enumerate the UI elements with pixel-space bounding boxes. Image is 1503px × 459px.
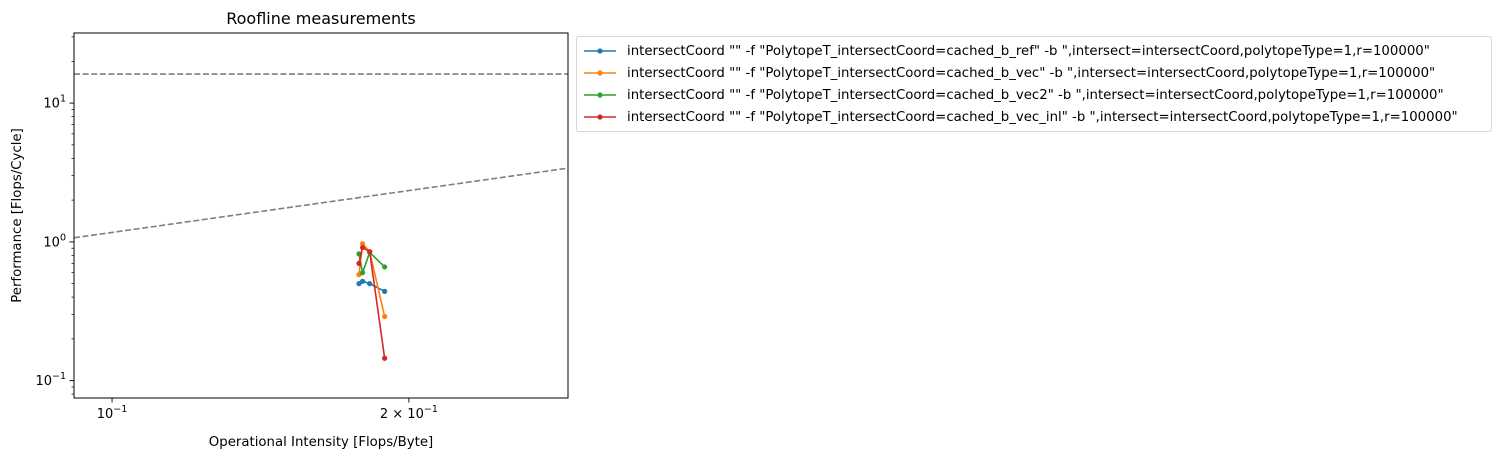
legend-item-1: intersectCoord "" -f "PolytopeT_intersec… xyxy=(577,40,1491,62)
data-point xyxy=(367,249,373,255)
legend-label: intersectCoord "" -f "PolytopeT_intersec… xyxy=(627,87,1444,103)
series-1 xyxy=(356,278,388,294)
data-point xyxy=(367,281,373,287)
series-4 xyxy=(356,244,388,361)
legend-item-4: intersectCoord "" -f "PolytopeT_intersec… xyxy=(577,106,1491,128)
legend-label: intersectCoord "" -f "PolytopeT_intersec… xyxy=(627,109,1458,125)
series-layer xyxy=(356,241,388,361)
y-tick-label: 100 xyxy=(43,232,66,250)
plot-frame xyxy=(73,32,569,399)
legend-swatch xyxy=(584,48,616,54)
data-point xyxy=(382,313,388,320)
chart-legend: intersectCoord "" -f "PolytopeT_intersec… xyxy=(576,36,1492,132)
x-tick-label: 10−1 xyxy=(97,404,128,422)
roofline-bounds xyxy=(74,73,568,239)
y-axis-label: Performance [Flops/Cycle] xyxy=(10,128,25,303)
legend-swatch xyxy=(584,114,616,120)
legend-swatch xyxy=(584,70,616,76)
y-tick-label: 101 xyxy=(43,94,66,112)
x-tick-label: 2 × 10−1 xyxy=(380,404,438,422)
legend-swatch xyxy=(584,92,616,98)
data-point xyxy=(382,264,388,270)
chart-title: Roofline measurements xyxy=(226,9,416,28)
data-point xyxy=(382,288,388,294)
axis-ticks: 10−1 2 × 10−1 10−1 100 101 xyxy=(35,36,438,422)
data-point xyxy=(382,355,388,361)
data-point xyxy=(359,244,366,251)
legend-label: intersectCoord "" -f "PolytopeT_intersec… xyxy=(627,65,1436,81)
roof-line-2 xyxy=(74,167,568,239)
data-point xyxy=(356,260,362,266)
legend-item-3: intersectCoord "" -f "PolytopeT_intersec… xyxy=(577,84,1491,106)
x-axis-label: Operational Intensity [Flops/Byte] xyxy=(209,435,433,450)
legend-item-2: intersectCoord "" -f "PolytopeT_intersec… xyxy=(577,62,1491,84)
legend-label: intersectCoord "" -f "PolytopeT_intersec… xyxy=(627,43,1430,59)
y-tick-label: 10−1 xyxy=(35,371,66,389)
data-point xyxy=(359,270,366,276)
data-point xyxy=(359,278,366,284)
